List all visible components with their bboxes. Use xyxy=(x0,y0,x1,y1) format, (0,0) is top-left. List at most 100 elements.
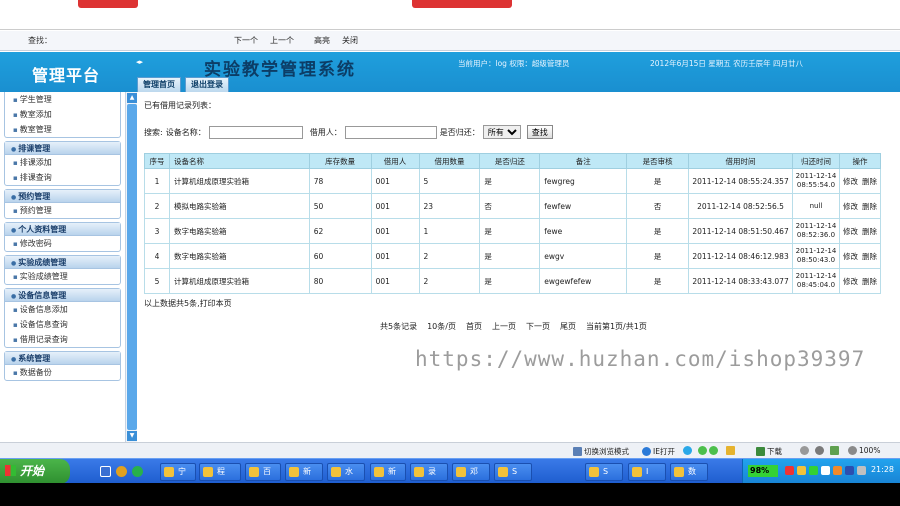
sidebar-group-title[interactable]: 系统管理 xyxy=(5,352,120,365)
edit-link[interactable]: 修改 xyxy=(843,177,858,186)
download-button[interactable]: 下载 xyxy=(756,446,782,457)
cell-index: 3 xyxy=(144,218,170,244)
pager-total: 共5条记录 xyxy=(380,322,418,331)
sidebar-scrollbar[interactable]: ▲ ▼ xyxy=(125,92,137,442)
find-highlight-button[interactable]: 高亮 xyxy=(314,35,330,46)
collapse-sidebar-icon[interactable]: ◂▸ xyxy=(136,58,143,66)
borrower-input[interactable] xyxy=(344,125,437,139)
cell-borrower: 001 xyxy=(370,243,420,269)
sidebar-group-title[interactable]: 排课管理 xyxy=(5,142,120,155)
tray-icon[interactable] xyxy=(833,466,842,475)
taskbar-window-button[interactable]: 程 xyxy=(199,463,241,481)
show-desktop-icon[interactable] xyxy=(100,466,111,477)
doc-icon[interactable] xyxy=(830,446,839,455)
sidebar-item-change-password[interactable]: 修改密码 xyxy=(5,236,120,251)
pager-prev[interactable]: 上一页 xyxy=(492,321,516,332)
cell-stock: 62 xyxy=(308,218,372,244)
find-prev-button[interactable]: 上一个 xyxy=(270,35,294,46)
sidebar-group-title[interactable]: 预约管理 xyxy=(5,190,120,203)
search-button[interactable]: 查找 xyxy=(526,125,553,139)
scroll-up-icon[interactable]: ▲ xyxy=(127,93,137,103)
zoom-control[interactable]: 100% xyxy=(848,446,880,455)
sound-icon[interactable] xyxy=(815,446,824,455)
header-index: 序号 xyxy=(144,153,170,169)
sidebar-item-reservation-manage[interactable]: 预约管理 xyxy=(5,203,120,218)
taskbar-window-button[interactable]: 水 xyxy=(327,463,365,481)
sidebar-item-grades-manage[interactable]: 实验成绩管理 xyxy=(5,269,120,284)
ie-open-label: IE打开 xyxy=(653,447,675,456)
returned-select[interactable]: 所有 xyxy=(482,125,521,139)
pager-first[interactable]: 首页 xyxy=(466,321,482,332)
records-summary[interactable]: 以上数据共5条,打印本页 xyxy=(144,298,232,309)
delete-link[interactable]: 删除 xyxy=(862,227,877,236)
device-name-input[interactable] xyxy=(208,125,303,139)
browser-quick-icon[interactable] xyxy=(132,466,143,477)
toggle-icon[interactable] xyxy=(709,446,718,455)
media-icon[interactable] xyxy=(116,466,127,477)
delete-link[interactable]: 删除 xyxy=(862,202,877,211)
search-label: 搜索: xyxy=(144,127,163,137)
cell-borrow-qty: 23 xyxy=(418,193,481,219)
sidebar-item-device-add[interactable]: 设备信息添加 xyxy=(5,302,120,317)
taskbar-window-button[interactable]: 录 xyxy=(410,463,448,481)
edit-link[interactable]: 修改 xyxy=(843,227,858,236)
sidebar-group-title[interactable]: 设备信息管理 xyxy=(5,289,120,302)
pager-last[interactable]: 尾页 xyxy=(560,321,576,332)
delete-link[interactable]: 删除 xyxy=(862,177,877,186)
pager-page-size: 10条/页 xyxy=(427,322,456,331)
delete-link[interactable]: 删除 xyxy=(862,252,877,261)
taskbar-window-button[interactable]: 新 xyxy=(285,463,323,481)
tray-icon[interactable] xyxy=(821,466,830,475)
cell-approved: 是 xyxy=(626,168,690,194)
tray-icon[interactable] xyxy=(857,466,866,475)
taskbar-window-button[interactable]: 新 xyxy=(370,463,406,481)
sidebar-item-classroom-add[interactable]: 教室添加 xyxy=(5,107,120,122)
taskbar-window-button[interactable]: S xyxy=(494,463,532,481)
tray-icon[interactable] xyxy=(809,466,818,475)
delete-link[interactable]: 删除 xyxy=(862,277,877,286)
clock: 21:28 xyxy=(870,465,894,474)
taskbar-window-button[interactable]: 百 xyxy=(245,463,281,481)
sidebar-item-device-query[interactable]: 设备信息查询 xyxy=(5,317,120,332)
sidebar-group-title[interactable]: 实验成绩管理 xyxy=(5,256,120,269)
sidebar-group-title[interactable]: 个人资料管理 xyxy=(5,223,120,236)
sidebar-group-schedule: 排课管理 排课添加 排课查询 xyxy=(4,141,121,186)
edit-link[interactable]: 修改 xyxy=(843,202,858,211)
tab-logout[interactable]: 退出登录 xyxy=(185,77,229,92)
start-button[interactable]: 开始 xyxy=(0,459,70,484)
taskbar-window-button[interactable]: 宁 xyxy=(160,463,196,481)
tray-icon[interactable] xyxy=(845,466,854,475)
taskbar-window-button[interactable]: S xyxy=(585,463,623,481)
ie-open-button[interactable]: IE打开 xyxy=(642,446,675,457)
tray-icon[interactable] xyxy=(797,466,806,475)
edit-link[interactable]: 修改 xyxy=(843,252,858,261)
tab-home[interactable]: 管理首页 xyxy=(137,77,181,92)
battery-gauge[interactable]: 98% xyxy=(748,465,778,477)
find-close-button[interactable]: 关闭 xyxy=(342,35,358,46)
toggle-icon[interactable] xyxy=(698,446,707,455)
globe-icon[interactable] xyxy=(683,446,692,455)
switch-mode-button[interactable]: 切换浏览模式 xyxy=(573,446,629,457)
sidebar-item-classroom-manage[interactable]: 教室管理 xyxy=(5,122,120,137)
scroll-down-icon[interactable]: ▼ xyxy=(127,431,137,441)
sidebar-item-schedule-add[interactable]: 排课添加 xyxy=(5,155,120,170)
window-icon[interactable] xyxy=(726,446,735,455)
taskbar-window-button[interactable]: 数 xyxy=(670,463,708,481)
tool-icon[interactable] xyxy=(800,446,809,455)
pager-next[interactable]: 下一页 xyxy=(526,321,550,332)
tray-icon[interactable] xyxy=(785,466,794,475)
sidebar: 学生管理 教室添加 教室管理 排课管理 排课添加 排课查询 预约管理 预约管理 … xyxy=(0,92,125,442)
taskbar-window-button[interactable]: 邓 xyxy=(452,463,490,481)
header-device-name: 设备名称 xyxy=(168,153,310,169)
taskbar-window-button[interactable]: I xyxy=(628,463,666,481)
find-next-button[interactable]: 下一个 xyxy=(234,35,258,46)
cell-borrow-time: 2011-12-14 08:55:24.357 xyxy=(688,168,793,194)
sidebar-item-student-manage[interactable]: 学生管理 xyxy=(5,92,120,107)
sidebar-group-system: 系统管理 数据备份 xyxy=(4,351,121,381)
sidebar-item-data-backup[interactable]: 数据备份 xyxy=(5,365,120,380)
sidebar-item-borrow-records[interactable]: 借用记录查询 xyxy=(5,332,120,347)
sidebar-item-schedule-query[interactable]: 排课查询 xyxy=(5,170,120,185)
scrollbar-thumb[interactable] xyxy=(127,104,137,430)
edit-link[interactable]: 修改 xyxy=(843,277,858,286)
download-icon xyxy=(756,447,765,456)
